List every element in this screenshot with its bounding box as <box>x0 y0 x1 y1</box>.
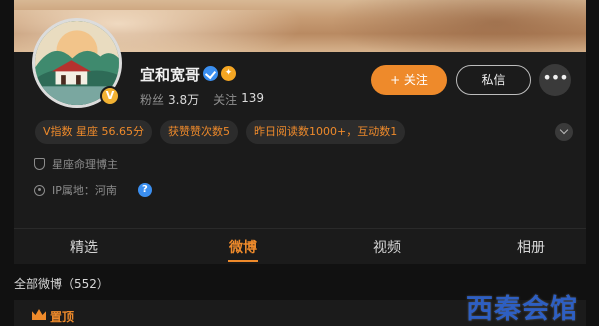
tab-featured[interactable]: 精选 <box>54 237 114 257</box>
fans-label[interactable]: 粉丝 <box>140 91 164 108</box>
verified-check-icon[interactable] <box>203 66 218 81</box>
tag-reads[interactable]: 昨日阅读数1000+，互动数1 <box>246 120 406 144</box>
tab-weibo[interactable]: 微博 <box>213 237 273 257</box>
location-pin-icon <box>34 184 45 196</box>
tab-video[interactable]: 视频 <box>357 237 417 257</box>
following-count[interactable]: 139 <box>241 91 264 108</box>
follow-button[interactable]: + 关注 <box>371 65 447 95</box>
pinned-label: 置顶 <box>50 310 75 324</box>
info-ip-row: IP属地：河南 ? <box>34 182 152 198</box>
help-icon[interactable]: ? <box>137 183 152 197</box>
profile-tags: V指数 星座 56.65分 获赞赞次数5 昨日阅读数1000+，互动数1 <box>35 120 406 144</box>
site-watermark: 西秦会馆 <box>466 294 578 325</box>
profile-tabs: 精选 微博 视频 相册 <box>14 228 586 264</box>
profile-stats: 粉丝 3.8万 关注 139 <box>140 91 278 108</box>
active-tab-indicator <box>228 260 258 262</box>
all-weibo-count[interactable]: 全部微博（552） <box>14 275 109 292</box>
tab-album[interactable]: 相册 <box>501 237 561 257</box>
profile-name: 宜和宽哥 <box>140 66 201 84</box>
member-crown-icon[interactable]: ✦ <box>221 66 236 81</box>
verified-v-badge: V <box>100 86 120 106</box>
fans-count[interactable]: 3.8万 <box>168 91 199 108</box>
expand-chevron-icon[interactable] <box>555 123 573 141</box>
more-options-button[interactable]: ••• <box>539 64 571 96</box>
tag-v-index[interactable]: V指数 星座 56.65分 <box>35 120 153 144</box>
message-button[interactable]: 私信 <box>456 65 531 95</box>
ip-location-text: IP属地：河南 <box>52 184 117 197</box>
tag-likes[interactable]: 获赞赞次数5 <box>160 120 239 144</box>
profile-name-badges: ✦ <box>203 66 236 81</box>
category-text: 星座命理博主 <box>52 158 118 171</box>
following-label[interactable]: 关注 <box>213 91 237 108</box>
shield-icon <box>34 158 45 170</box>
info-category-row: 星座命理博主 <box>34 156 118 172</box>
